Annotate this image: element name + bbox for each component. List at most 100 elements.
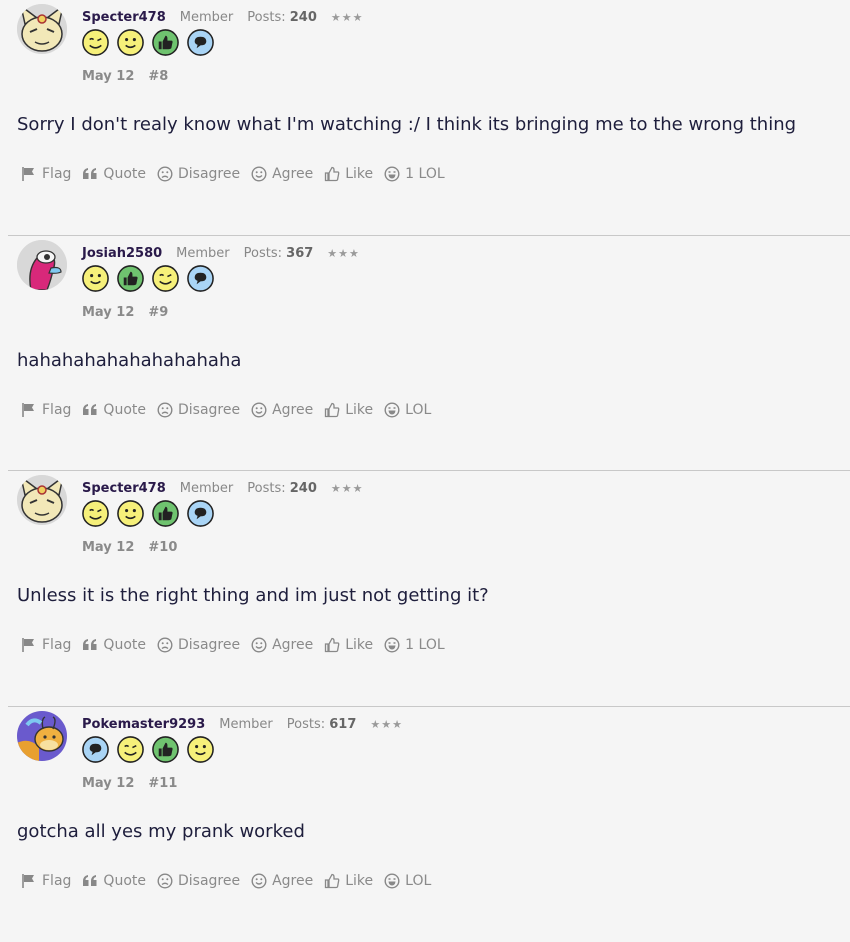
post-count: Posts: 240 [247, 481, 317, 496]
star-rating: ★★★ [370, 718, 403, 731]
quote-icon [82, 403, 98, 417]
flag-button[interactable]: Flag [21, 637, 71, 653]
post-date[interactable]: May 12 [82, 776, 134, 791]
smile-icon [251, 166, 267, 182]
thumbs-up-icon [324, 166, 340, 182]
agree-button[interactable]: Agree [251, 873, 313, 889]
post-actions: Flag Quote Disagree Agree Like LOL [21, 402, 431, 418]
post-message: Unless it is the right thing and im just… [17, 585, 489, 606]
username-link[interactable]: Specter478 [82, 10, 166, 25]
wink-badge[interactable] [116, 735, 145, 764]
user-title: Member [219, 717, 272, 732]
like-button[interactable]: Like [324, 873, 373, 889]
post-count: Posts: 617 [287, 717, 357, 732]
badge-row [81, 499, 215, 528]
frown-icon [157, 402, 173, 418]
quote-button[interactable]: Quote [82, 873, 146, 889]
username-link[interactable]: Josiah2580 [82, 246, 162, 261]
badge-row [81, 735, 215, 764]
smile-badge[interactable] [186, 735, 215, 764]
post-date[interactable]: May 12 [82, 305, 134, 320]
post-actions: Flag Quote Disagree Agree Like LOL [21, 873, 431, 889]
smile-icon [251, 873, 267, 889]
post-number[interactable]: #11 [148, 776, 177, 791]
lol-button[interactable]: 1 LOL [384, 166, 444, 182]
smile-badge[interactable] [116, 499, 145, 528]
chat-badge[interactable] [81, 735, 110, 764]
quote-button[interactable]: Quote [82, 402, 146, 418]
quote-button[interactable]: Quote [82, 637, 146, 653]
smile-badge[interactable] [116, 28, 145, 57]
post-number[interactable]: #10 [148, 540, 177, 555]
user-avatar[interactable] [17, 4, 67, 54]
chat-badge[interactable] [186, 499, 215, 528]
laugh-icon [384, 166, 400, 182]
username-link[interactable]: Pokemaster9293 [82, 717, 205, 732]
post-meta: Specter478 Member Posts: 240 ★★★ [82, 481, 364, 496]
flag-button[interactable]: Flag [21, 873, 71, 889]
lol-button[interactable]: LOL [384, 402, 431, 418]
user-avatar[interactable] [17, 240, 67, 290]
post-number[interactable]: #9 [148, 305, 168, 320]
star-rating: ★★★ [327, 247, 360, 260]
flag-icon [21, 873, 37, 889]
thumbs-up-badge[interactable] [151, 499, 180, 528]
user-title: Member [180, 10, 233, 25]
frown-icon [157, 873, 173, 889]
post-date-row: May 12 #8 [82, 69, 168, 84]
post: Josiah2580 Member Posts: 367 ★★★ May 12 … [8, 236, 850, 472]
post-actions: Flag Quote Disagree Agree Like 1 LOL [21, 637, 445, 653]
post-message: Sorry I don't realy know what I'm watchi… [17, 114, 796, 135]
post-date-row: May 12 #10 [82, 540, 177, 555]
wink-badge[interactable] [151, 264, 180, 293]
post-meta: Pokemaster9293 Member Posts: 617 ★★★ [82, 717, 403, 732]
like-button[interactable]: Like [324, 637, 373, 653]
flag-icon [21, 402, 37, 418]
thumbs-up-badge[interactable] [116, 264, 145, 293]
post-meta: Specter478 Member Posts: 240 ★★★ [82, 10, 364, 25]
agree-button[interactable]: Agree [251, 166, 313, 182]
flag-icon [21, 166, 37, 182]
wink-badge[interactable] [81, 28, 110, 57]
chat-badge[interactable] [186, 28, 215, 57]
disagree-button[interactable]: Disagree [157, 402, 240, 418]
chat-badge[interactable] [186, 264, 215, 293]
thumbs-up-icon [324, 637, 340, 653]
disagree-button[interactable]: Disagree [157, 637, 240, 653]
lol-button[interactable]: LOL [384, 873, 431, 889]
like-button[interactable]: Like [324, 166, 373, 182]
flag-button[interactable]: Flag [21, 402, 71, 418]
post-count: Posts: 367 [244, 246, 314, 261]
post-date[interactable]: May 12 [82, 540, 134, 555]
smile-badge[interactable] [81, 264, 110, 293]
badge-row [81, 28, 215, 57]
disagree-button[interactable]: Disagree [157, 166, 240, 182]
user-title: Member [176, 246, 229, 261]
user-avatar[interactable] [17, 475, 67, 525]
post-date-row: May 12 #9 [82, 305, 168, 320]
disagree-button[interactable]: Disagree [157, 873, 240, 889]
post: Specter478 Member Posts: 240 ★★★ May 12 … [8, 0, 850, 236]
smile-icon [251, 402, 267, 418]
username-link[interactable]: Specter478 [82, 481, 166, 496]
thumbs-up-badge[interactable] [151, 735, 180, 764]
post: Pokemaster9293 Member Posts: 617 ★★★ May… [8, 707, 850, 942]
agree-button[interactable]: Agree [251, 402, 313, 418]
star-rating: ★★★ [331, 482, 364, 495]
flag-button[interactable]: Flag [21, 166, 71, 182]
post-date-row: May 12 #11 [82, 776, 177, 791]
user-avatar[interactable] [17, 711, 67, 761]
quote-icon [82, 167, 98, 181]
agree-button[interactable]: Agree [251, 637, 313, 653]
thumbs-up-badge[interactable] [151, 28, 180, 57]
like-button[interactable]: Like [324, 402, 373, 418]
frown-icon [157, 166, 173, 182]
post-number[interactable]: #8 [148, 69, 168, 84]
post-count: Posts: 240 [247, 10, 317, 25]
quote-button[interactable]: Quote [82, 166, 146, 182]
post-date[interactable]: May 12 [82, 69, 134, 84]
lol-button[interactable]: 1 LOL [384, 637, 444, 653]
flag-icon [21, 637, 37, 653]
wink-badge[interactable] [81, 499, 110, 528]
post-message: hahahahahahahahahaha [17, 350, 241, 371]
